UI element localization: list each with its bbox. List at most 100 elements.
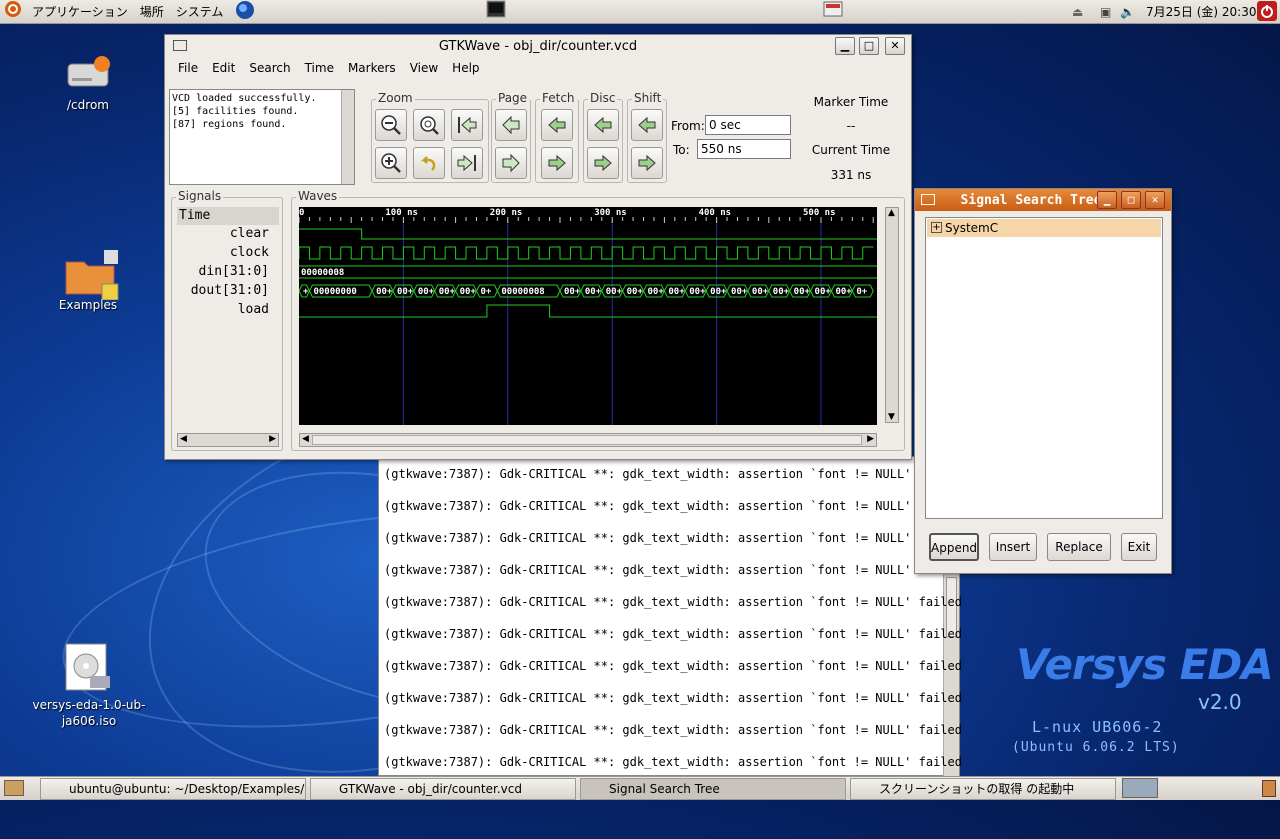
wave-dout-value: 00000008 (501, 287, 544, 297)
wave-dout-value: 0+ (480, 287, 491, 297)
page-back-button[interactable] (495, 109, 527, 141)
minimize-button[interactable]: ▁ (835, 37, 855, 55)
zoom-out-icon (381, 115, 401, 135)
terminal-line: (gtkwave:7387): Gdk-CRITICAL **: gdk_tex… (384, 467, 914, 481)
power-icon[interactable] (1256, 0, 1278, 24)
ubuntu-logo-icon[interactable] (0, 0, 26, 24)
signal-clock[interactable]: clock (230, 245, 269, 260)
signal-dout[interactable]: dout[31:0] (191, 283, 269, 298)
signals-list[interactable]: Time clear clock din[31:0] dout[31:0] lo… (177, 207, 279, 427)
goto-end-button[interactable] (451, 147, 483, 179)
signal-clear[interactable]: clear (230, 226, 269, 241)
tree-row-systemc[interactable]: + SystemC (927, 219, 1161, 237)
search-tree-titlebar[interactable]: Signal Search Tree ▁ □ ✕ (915, 189, 1171, 211)
menu-help[interactable]: Help (445, 61, 486, 75)
disc-right-button[interactable] (587, 147, 619, 179)
signals-hscrollbar[interactable]: ◀ ▶ (177, 433, 279, 447)
menu-file[interactable]: File (171, 61, 205, 75)
cdrom-label: /cdrom (67, 98, 109, 112)
terminal-launcher-icon[interactable] (480, 0, 512, 24)
wave-dout-value: 00+ (439, 287, 456, 297)
examples-label: Examples (58, 298, 118, 312)
waveform-canvas[interactable]: 0 100 ns 200 ns 300 ns 400 ns 500 ns 00000008 +… (299, 207, 877, 425)
eject-icon[interactable]: ⏏ (1066, 0, 1089, 24)
fetch-left-button[interactable] (541, 109, 573, 141)
show-desktop-icon[interactable] (4, 780, 24, 796)
signal-tree-view[interactable]: + SystemC (925, 217, 1163, 519)
menu-edit[interactable]: Edit (205, 61, 242, 75)
fetch-right-button[interactable] (541, 147, 573, 179)
wave-din-value: 00000008 (301, 268, 344, 278)
zoom-fit-button[interactable] (413, 109, 445, 141)
log-textview[interactable]: VCD loaded successfully. [5] facilities … (169, 89, 355, 185)
append-button[interactable]: Append (929, 533, 979, 561)
insert-button[interactable]: Insert (989, 533, 1037, 561)
shift-right-button[interactable] (631, 147, 663, 179)
wave-dout-value: 00+ (460, 287, 477, 297)
exit-button[interactable]: Exit (1121, 533, 1157, 561)
menu-search[interactable]: Search (242, 61, 297, 75)
menu-time[interactable]: Time (298, 61, 341, 75)
undo-zoom-button[interactable] (413, 147, 445, 179)
menu-system[interactable]: システム (170, 0, 230, 24)
waves-vscrollbar[interactable]: ▲ ▼ (885, 207, 899, 423)
workspace-switcher[interactable] (1122, 778, 1158, 798)
maximize-button[interactable]: □ (859, 37, 879, 55)
wave-dout-value: + (303, 287, 309, 297)
window-menu-icon[interactable] (921, 194, 935, 205)
waves-hscrollbar[interactable]: ◀ ▶ (299, 433, 877, 447)
trash-icon[interactable] (1262, 780, 1276, 797)
brand-version: v2.0 (1198, 690, 1242, 714)
menu-places[interactable]: 場所 (134, 0, 170, 24)
minimize-button[interactable]: ▁ (1097, 191, 1117, 209)
arrow-left-icon (548, 116, 566, 134)
page-forward-button[interactable] (495, 147, 527, 179)
arrow-right-icon (594, 154, 612, 172)
menu-markers[interactable]: Markers (341, 61, 403, 75)
brand-logo: Versys EDA (1016, 640, 1274, 689)
taskbar-item-screenshot[interactable]: スクリーンショットの取得 の起動中 (850, 778, 1116, 800)
cdrom-icon[interactable] (64, 54, 112, 97)
clock-text[interactable]: 7月25日 (金) 20:30 (1140, 0, 1262, 24)
menu-applications[interactable]: アプリケーション (26, 0, 134, 24)
wave-dout-value: 00000000 (313, 287, 356, 297)
terminal-line: (gtkwave:7387): Gdk-CRITICAL **: gdk_tex… (384, 627, 962, 641)
wave-dout-value: 00+ (689, 287, 706, 297)
time-tick-label: 400 ns (699, 208, 732, 218)
signal-search-tree-window[interactable]: Signal Search Tree ▁ □ ✕ + SystemC Appen… (914, 188, 1172, 574)
time-tick-label: 200 ns (490, 208, 523, 218)
zoom-out-button[interactable] (375, 109, 407, 141)
expand-icon[interactable]: + (931, 222, 942, 233)
taskbar-item-terminal[interactable]: ubuntu@ubuntu: ~/Desktop/Examples/… (40, 778, 306, 800)
shift-left-button[interactable] (631, 109, 663, 141)
screenshot-launcher-icon[interactable] (816, 0, 850, 24)
brand-os-full: (Ubuntu 6.06.2 LTS) (1012, 740, 1180, 755)
zoom-in-button[interactable] (375, 147, 407, 179)
signal-load[interactable]: load (238, 302, 269, 317)
close-button[interactable]: ✕ (885, 37, 905, 55)
to-label: To: (673, 143, 690, 157)
menu-view[interactable]: View (403, 61, 445, 75)
log-scrollbar[interactable] (341, 90, 354, 184)
taskbar-item-search-tree[interactable]: Signal Search Tree (580, 778, 846, 800)
examples-folder-icon[interactable] (64, 248, 120, 303)
maximize-button[interactable]: □ (1121, 191, 1141, 209)
replace-button[interactable]: Replace (1047, 533, 1111, 561)
search-tree-title: Signal Search Tree (960, 192, 1102, 208)
web-browser-icon[interactable] (229, 0, 261, 24)
disc-left-button[interactable] (587, 109, 619, 141)
iso-file-icon[interactable] (64, 642, 112, 695)
close-button[interactable]: ✕ (1145, 191, 1165, 209)
volume-icon[interactable]: 🔈 (1114, 0, 1141, 24)
top-panel: アプリケーション 場所 システム ⏏ ▣ 🔈 7月25日 (金) 20:30 (0, 0, 1280, 24)
gtkwave-titlebar[interactable]: GTKWave - obj_dir/counter.vcd ▁ □ ✕ (165, 35, 911, 57)
taskbar-item-gtkwave[interactable]: GTKWave - obj_dir/counter.vcd (310, 778, 576, 800)
window-menu-icon[interactable] (173, 40, 187, 51)
gtkwave-window[interactable]: GTKWave - obj_dir/counter.vcd ▁ □ ✕ File… (164, 34, 912, 460)
page-back-icon (502, 115, 520, 135)
signal-row-time[interactable]: Time (177, 207, 279, 225)
to-input[interactable]: 550 ns (697, 139, 791, 159)
signal-din[interactable]: din[31:0] (199, 264, 269, 279)
from-input[interactable]: 0 sec (705, 115, 791, 135)
goto-start-button[interactable] (451, 109, 483, 141)
